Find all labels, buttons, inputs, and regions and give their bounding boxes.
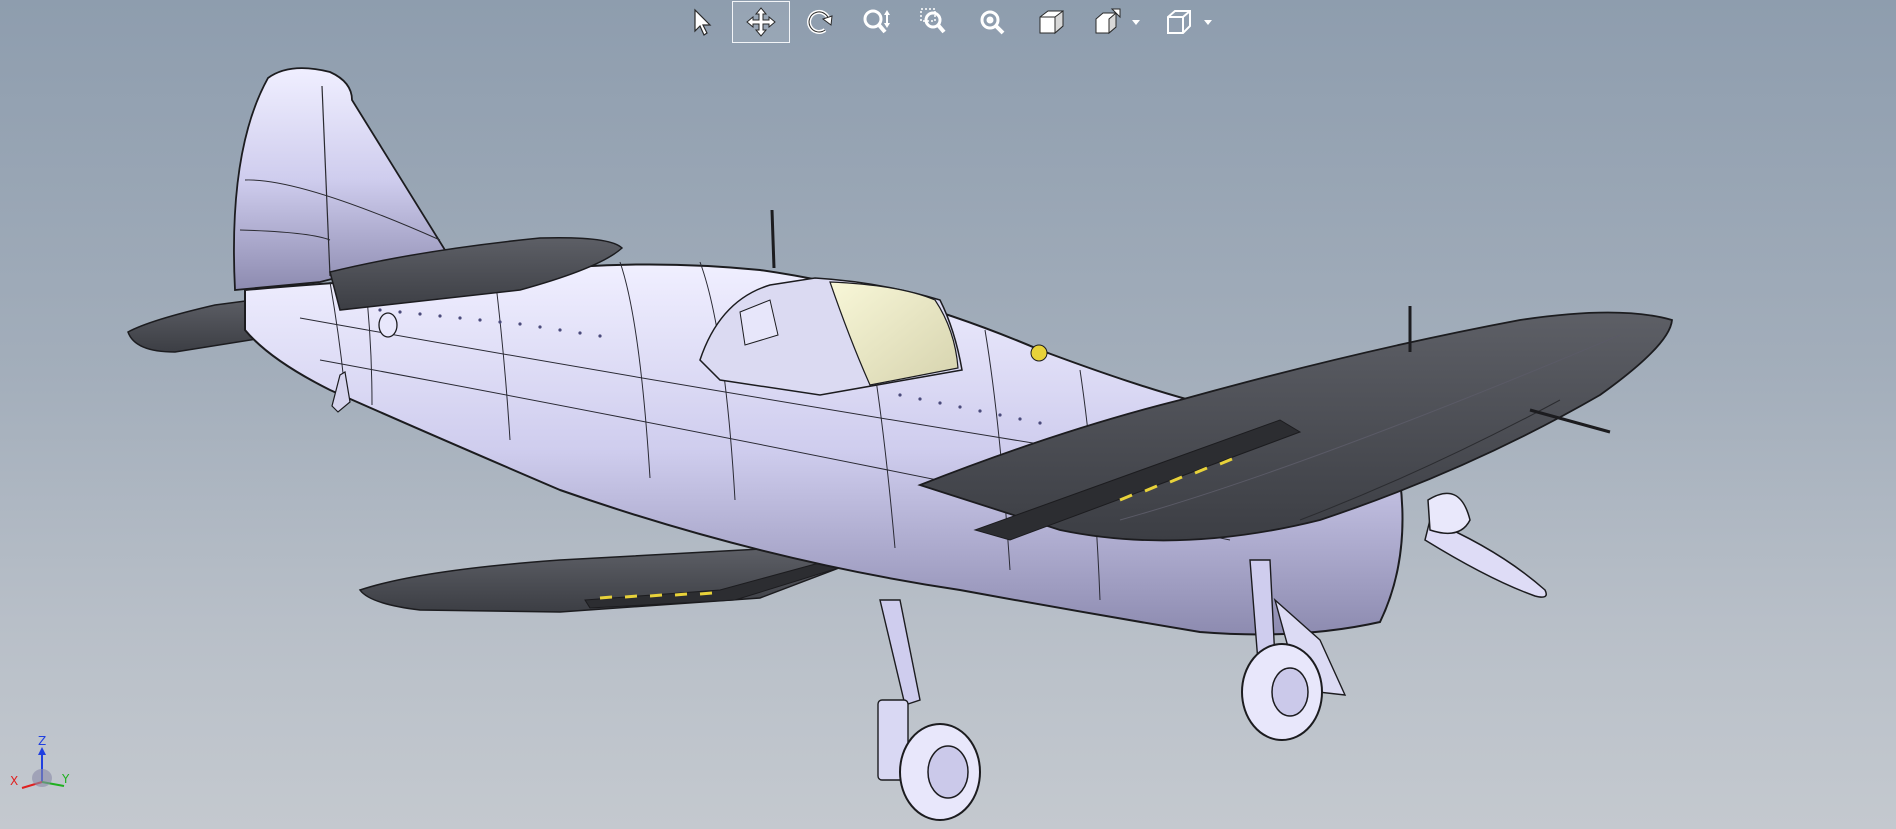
display-style-tool-button[interactable]: [1152, 1, 1224, 43]
zoom-window-icon: [920, 8, 946, 34]
rotate-tool-button[interactable]: [790, 1, 848, 43]
standard-views-tool-button[interactable]: [1080, 1, 1152, 43]
zoom-window-tool-button[interactable]: [906, 1, 964, 43]
z-axis-label: Z: [38, 734, 47, 748]
left-main-landing-gear[interactable]: [877, 599, 981, 821]
zoom-tool-button[interactable]: [848, 1, 906, 43]
zoom-fit-tool-button[interactable]: [964, 1, 1022, 43]
zoom-fit-icon: [980, 10, 1005, 35]
rotate-icon: [807, 10, 833, 34]
3d-viewport[interactable]: Z X Y: [0, 0, 1896, 829]
chevron-down-icon[interactable]: [1204, 19, 1212, 25]
shaded-cube-icon: [1039, 10, 1064, 35]
zoom-in-out-icon: [863, 9, 890, 34]
orientation-triad: Z X Y: [8, 734, 76, 794]
pan-tool-button[interactable]: [732, 1, 790, 43]
y-axis-label: Y: [62, 772, 70, 786]
view-orientation-icon: [1095, 8, 1121, 35]
pan-move-icon: [746, 7, 776, 37]
view-toolbar: [674, 0, 1224, 44]
airplane-3d-model[interactable]: [0, 0, 1896, 829]
propeller[interactable]: [1424, 492, 1547, 598]
select-tool-button[interactable]: [674, 1, 732, 43]
left-wing[interactable]: [358, 547, 863, 613]
shaded-view-tool-button[interactable]: [1022, 1, 1080, 43]
x-axis-label: X: [10, 774, 19, 788]
chevron-down-icon[interactable]: [1132, 19, 1140, 25]
arrow-pointer-icon: [694, 8, 712, 36]
wireframe-cube-icon: [1167, 10, 1191, 34]
